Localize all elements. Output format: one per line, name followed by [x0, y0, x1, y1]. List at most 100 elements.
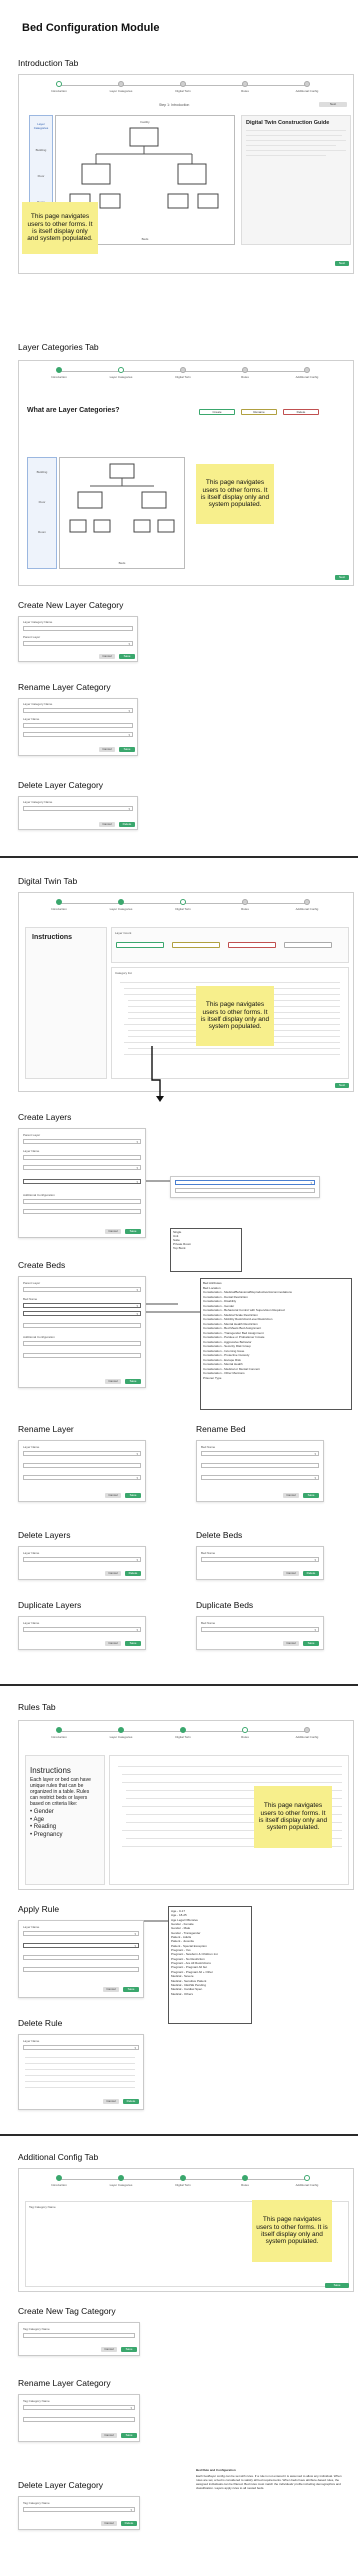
layer-name-input[interactable] — [23, 1155, 141, 1160]
cancel-button[interactable]: Cancel — [105, 1641, 121, 1646]
rule-value-input[interactable] — [23, 1955, 139, 1960]
tag-category-input[interactable] — [23, 2333, 135, 2338]
save-button[interactable]: Save — [125, 1379, 141, 1384]
list-item: Prisoner Type — [203, 1375, 222, 1380]
additional-input-2[interactable] — [23, 1353, 141, 1358]
cancel-button[interactable]: Cancel — [101, 2521, 117, 2526]
form-label: Bed Name — [23, 1297, 38, 1301]
new-name-input[interactable] — [201, 1463, 319, 1468]
tag-category-select[interactable]: ▾ — [23, 2507, 135, 2512]
cancel-button[interactable]: Cancel — [283, 1493, 299, 1498]
layer-category-select[interactable]: ▾ — [23, 1165, 141, 1170]
parent-select[interactable]: ▾ — [23, 1287, 141, 1292]
cancel-button[interactable]: Cancel — [105, 1493, 121, 1498]
save-button[interactable]: Save — [303, 1641, 319, 1646]
section-rename-bed-title: Rename Bed — [196, 1424, 246, 1434]
save-button[interactable]: Save — [125, 1229, 141, 1234]
step-digital-twin[interactable]: Digital Twin — [163, 2175, 203, 2187]
layer-type-select[interactable]: ▾ — [23, 1179, 141, 1184]
save-button[interactable]: Save — [123, 1987, 139, 1992]
tag-category-select[interactable]: ▾ — [23, 2405, 135, 2410]
cancel-button[interactable]: Cancel — [283, 1571, 299, 1576]
create-layers-form: Parent Layer ▾ Layer Name ▾ ▾ Additional… — [18, 1128, 146, 1238]
form-label: Parent Layer — [23, 1281, 41, 1285]
form-label: Layer Name — [23, 1621, 40, 1625]
delete-button[interactable]: Delete — [125, 1571, 141, 1576]
chevron-down-icon: ▾ — [136, 1140, 138, 1144]
bed-rule-note-body: Each bed/layer config can be set with ru… — [196, 2474, 342, 2491]
section-rules-title: Rules Tab — [18, 1702, 56, 1712]
save-button[interactable]: Save — [121, 2347, 137, 2352]
step-introduction[interactable]: Introduction — [39, 2175, 79, 2187]
list-item: • Pregnancy — [30, 1831, 63, 1838]
rule-option-input[interactable] — [23, 1967, 139, 1972]
chevron-down-icon: ▾ — [136, 1558, 138, 1562]
step-additional-config[interactable]: Additional Config — [287, 2175, 327, 2187]
layer-select[interactable]: ▾ — [23, 1557, 141, 1562]
bed-type-select[interactable]: ▾ — [201, 1475, 319, 1480]
layer-select[interactable]: ▾ — [23, 1451, 141, 1456]
new-name-input[interactable] — [23, 1463, 141, 1468]
additional-input[interactable] — [23, 1199, 141, 1204]
dropdown-option[interactable] — [175, 1188, 315, 1193]
save-button[interactable]: Save — [303, 1493, 319, 1498]
layer-select[interactable]: ▾ — [23, 1627, 141, 1632]
section-divider — [0, 1684, 358, 1686]
cancel-button[interactable]: Cancel — [101, 2433, 117, 2438]
chevron-down-icon: ▾ — [136, 1304, 138, 1308]
save-button[interactable]: Save — [125, 1641, 141, 1646]
layer-type-select-zoomed[interactable]: ▾ — [175, 1180, 315, 1185]
cancel-button[interactable]: Cancel — [105, 1379, 121, 1384]
cancel-button[interactable]: Cancel — [101, 2347, 117, 2352]
bed-rule-note: Bed Rule and Configuration Each bed/laye… — [196, 2468, 348, 2544]
create-beds-form: Parent Layer ▾ Bed Name ▾ ▾ Additional C… — [18, 1276, 146, 1388]
bed-name-input[interactable] — [23, 1323, 141, 1328]
new-name-input[interactable] — [23, 2417, 135, 2422]
chevron-down-icon: ▾ — [314, 1452, 316, 1456]
delete-button[interactable]: Delete — [303, 1571, 319, 1576]
layer-select[interactable]: ▾ — [23, 2045, 139, 2050]
additional-input[interactable] — [23, 1341, 141, 1346]
delete-layers-form: Layer Name ▾ Cancel Delete — [18, 1546, 146, 1580]
step-additional-config[interactable]: Additional Config — [287, 1727, 327, 1739]
chevron-down-icon: ▾ — [136, 1180, 138, 1184]
save-button[interactable]: Save — [125, 1493, 141, 1498]
delete-button[interactable]: Delete — [121, 2521, 137, 2526]
section-delete-rule-title: Delete Rule — [18, 2018, 63, 2028]
rule-select[interactable]: ▾ — [23, 1943, 139, 1948]
cancel-button[interactable]: Cancel — [105, 1571, 121, 1576]
bed-select[interactable]: ▾ — [201, 1557, 319, 1562]
finish-button[interactable]: Save — [325, 2283, 349, 2288]
category-select[interactable]: ▾ — [23, 1475, 141, 1480]
cancel-button[interactable]: Cancel — [283, 1641, 299, 1646]
additional-input-2[interactable] — [23, 1209, 141, 1214]
cancel-button[interactable]: Cancel — [103, 2099, 119, 2104]
delete-button[interactable]: Delete — [123, 2099, 139, 2104]
step-layer-categories[interactable]: Layer Categories — [101, 1727, 141, 1739]
step-introduction[interactable]: Introduction — [39, 1727, 79, 1739]
chevron-down-icon: ▾ — [130, 2406, 132, 2410]
layer-select[interactable]: ▾ — [23, 1931, 139, 1936]
form-label: Additional Configuration — [23, 1193, 55, 1197]
bed-select[interactable]: ▾ — [201, 1451, 319, 1456]
bed-attribute-select[interactable]: ▾ — [23, 1311, 141, 1316]
bed-select[interactable]: ▾ — [201, 1627, 319, 1632]
cancel-button[interactable]: Cancel — [105, 1229, 121, 1234]
layer-type-dropdown-zoom: ▾ — [170, 1176, 320, 1198]
list-item: • Age — [30, 1816, 45, 1823]
step-rules[interactable]: Rules — [225, 2175, 265, 2187]
save-button[interactable]: Save — [121, 2433, 137, 2438]
bed-type-options-callout: Bed Attributes Bed Location Consideratio… — [200, 1278, 352, 1410]
additional-config-note: This page navigates users to other forms… — [252, 2200, 332, 2262]
section-create-beds-title: Create Beds — [18, 1260, 66, 1270]
form-label: Layer Name — [23, 1551, 40, 1555]
step-rules[interactable]: Rules — [225, 1727, 265, 1739]
duplicate-beds-form: Bed Name ▾ Cancel Save — [196, 1616, 324, 1650]
cancel-button[interactable]: Cancel — [103, 1987, 119, 1992]
step-digital-twin[interactable]: Digital Twin — [163, 1727, 203, 1739]
chevron-down-icon: ▾ — [134, 1944, 136, 1948]
parent-select[interactable]: ▾ — [23, 1139, 141, 1144]
section-delete-tag-category-title: Delete Layer Category — [18, 2480, 104, 2490]
step-layer-categories[interactable]: Layer Categories — [101, 2175, 141, 2187]
bed-type-select[interactable]: ▾ — [23, 1303, 141, 1308]
